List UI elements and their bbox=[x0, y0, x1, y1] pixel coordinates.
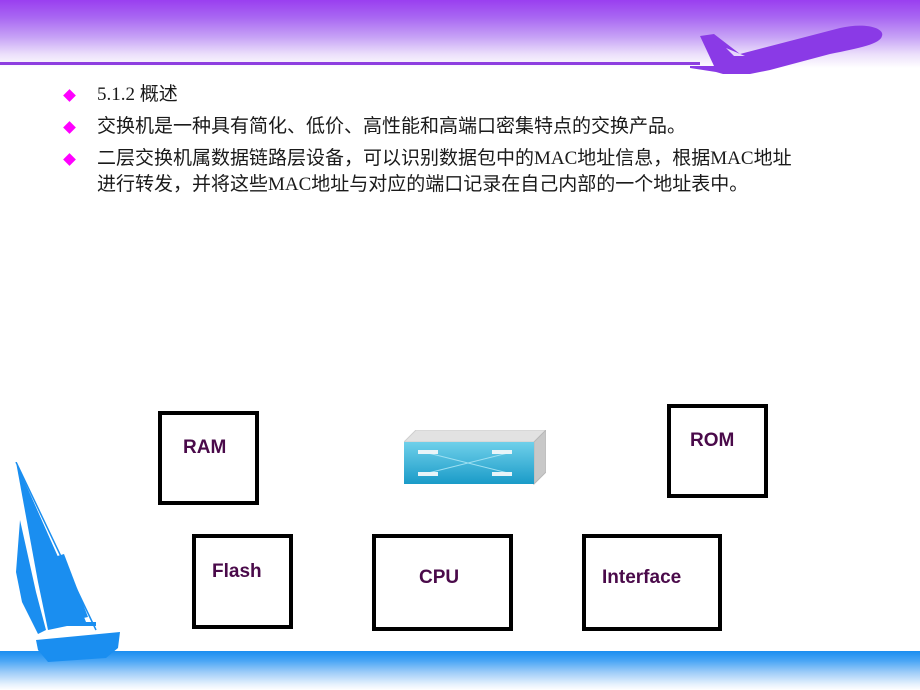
diamond-bullet-icon bbox=[63, 121, 76, 134]
header-rule bbox=[0, 62, 700, 65]
airplane-icon bbox=[690, 25, 883, 74]
bullet-item: 二层交换机属数据链路层设备，可以识别数据包中的MAC地址信息，根据MAC地址进行… bbox=[62, 146, 842, 198]
bullet-text: 5.1.2 概述 bbox=[97, 84, 178, 105]
bullet-text: 二层交换机属数据链路层设备，可以识别数据包中的MAC地址信息，根据MAC地址进行… bbox=[97, 148, 792, 195]
bullet-item: 5.1.2 概述 bbox=[62, 82, 842, 108]
bullet-item: 交换机是一种具有简化、低价、高性能和高端口密集特点的交换产品。 bbox=[62, 114, 842, 140]
diamond-bullet-icon bbox=[63, 89, 76, 102]
network-switch-icon bbox=[404, 430, 546, 485]
bullet-list: 5.1.2 概述 交换机是一种具有简化、低价、高性能和高端口密集特点的交换产品。… bbox=[62, 82, 842, 204]
interface-label: Interface bbox=[602, 567, 682, 588]
sailboat-icon bbox=[15, 462, 120, 662]
diamond-bullet-icon bbox=[63, 153, 76, 166]
bullet-text: 交换机是一种具有简化、低价、高性能和高端口密集特点的交换产品。 bbox=[97, 116, 687, 137]
ram-label: RAM bbox=[183, 437, 227, 458]
footer-band bbox=[0, 651, 920, 690]
rom-label: ROM bbox=[690, 430, 735, 451]
cpu-label: CPU bbox=[419, 567, 460, 588]
flash-label: Flash bbox=[212, 561, 262, 582]
